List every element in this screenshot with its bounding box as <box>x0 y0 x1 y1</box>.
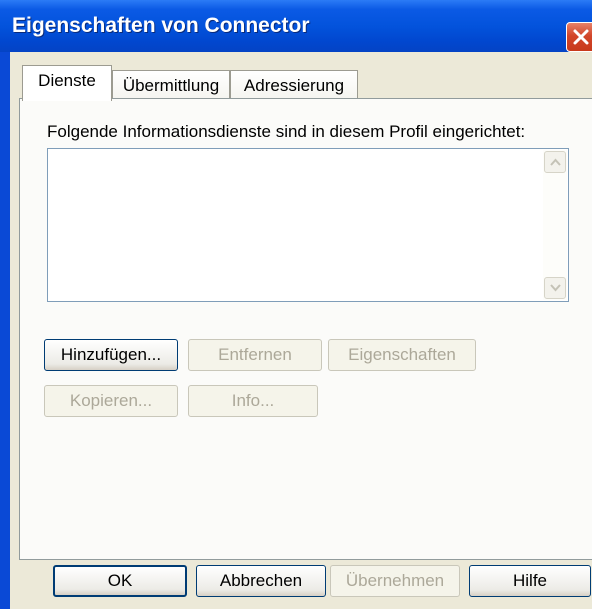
services-list-label: Folgende Informationsdienste sind in die… <box>47 122 526 141</box>
dialog-client-area: Dienste Übermittlung Adressierung Folgen… <box>10 52 592 609</box>
dialog-window: Eigenschaften von Connector Dienste Über… <box>0 0 592 609</box>
cancel-label: Abbrechen <box>219 571 303 590</box>
add-service-label: Hinzufügen... <box>60 345 162 364</box>
tab-dienste[interactable]: Dienste <box>22 65 112 101</box>
copy-service-button[interactable]: Kopieren... <box>44 385 178 417</box>
close-button[interactable] <box>566 22 592 52</box>
vertical-scrollbar[interactable] <box>543 150 567 300</box>
ok-button[interactable]: OK <box>53 565 187 597</box>
tab-dienste-label: Dienste <box>38 71 96 90</box>
close-icon <box>573 29 589 45</box>
info-button[interactable]: Info... <box>188 385 318 417</box>
service-properties-label: Eigenschaften <box>348 345 456 364</box>
window-title: Eigenschaften von Connector <box>12 14 310 37</box>
tab-uebermittlung-label: Übermittlung <box>122 76 220 95</box>
help-button[interactable]: Hilfe <box>469 565 591 597</box>
tab-adressierung-label: Adressierung <box>243 76 345 95</box>
info-label: Info... <box>231 391 275 410</box>
remove-service-label: Entfernen <box>218 345 292 364</box>
service-properties-button[interactable]: Eigenschaften <box>328 339 476 371</box>
title-bar[interactable]: Eigenschaften von Connector <box>0 0 592 52</box>
services-listbox[interactable] <box>47 148 569 302</box>
ok-label: OK <box>107 571 133 590</box>
chevron-up-icon <box>550 158 561 166</box>
cancel-button[interactable]: Abbrechen <box>196 565 326 597</box>
apply-button[interactable]: Übernehmen <box>330 565 460 597</box>
chevron-down-icon <box>550 284 561 292</box>
remove-service-button[interactable]: Entfernen <box>188 339 322 371</box>
scroll-up-button[interactable] <box>544 151 566 173</box>
copy-service-label: Kopieren... <box>69 391 153 410</box>
help-label: Hilfe <box>512 571 547 590</box>
apply-label: Übernehmen <box>345 571 445 590</box>
scroll-down-button[interactable] <box>544 277 566 299</box>
add-service-button[interactable]: Hinzufügen... <box>44 339 178 371</box>
